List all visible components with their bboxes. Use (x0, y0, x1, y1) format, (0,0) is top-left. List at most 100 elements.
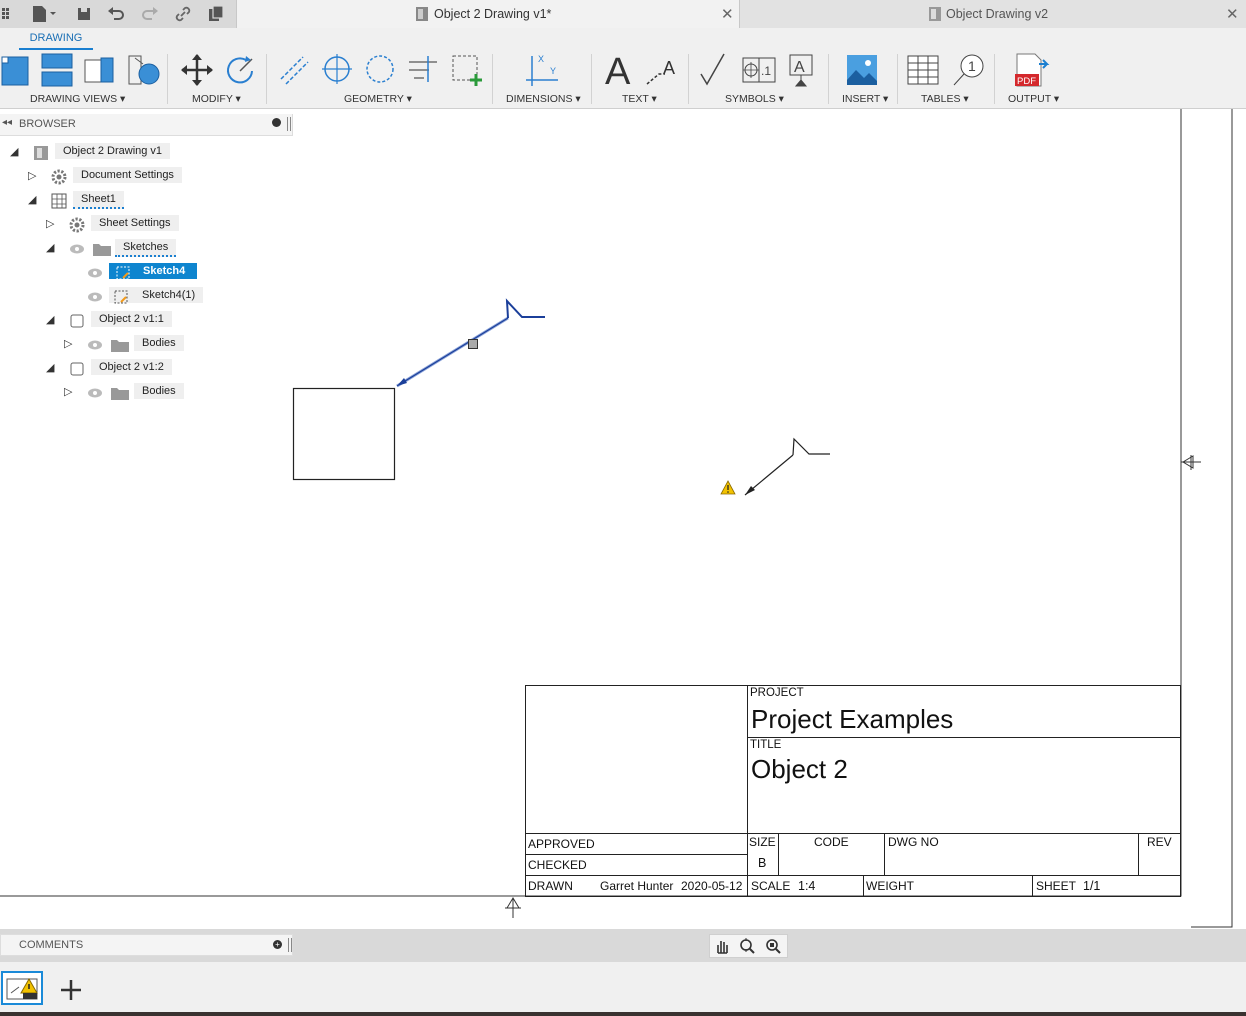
collapse-triangle-icon[interactable]: ◢ (10, 145, 18, 158)
eye-icon[interactable] (86, 265, 104, 281)
close-tab-icon[interactable]: ✕ (721, 5, 734, 23)
checked-label: CHECKED (528, 858, 587, 872)
datum-identifier-icon[interactable]: A (786, 52, 816, 88)
balloon-icon[interactable]: 1 (950, 52, 986, 88)
collapse-triangle-icon[interactable]: ◢ (46, 361, 54, 374)
centerline-icon[interactable] (278, 54, 310, 86)
expand-triangle-icon[interactable]: ▷ (64, 385, 72, 398)
group-geometry[interactable]: GEOMETRY ▾ (344, 93, 412, 105)
tree-item-object-2-drawing-v1[interactable]: Object 2 Drawing v1 (55, 143, 171, 159)
surface-texture-leader[interactable] (744, 437, 830, 496)
leader-icon[interactable]: A (645, 56, 679, 88)
size-label: SIZE (749, 835, 776, 849)
eye-icon[interactable] (68, 241, 86, 257)
group-text[interactable]: TEXT ▾ (622, 93, 657, 105)
group-output[interactable]: OUTPUT ▾ (1008, 93, 1059, 105)
leader-grip-handle[interactable] (468, 339, 478, 349)
tree-item-sheet-settings[interactable]: Sheet Settings (91, 215, 179, 231)
project-name: Project Examples (751, 704, 954, 734)
eye-icon[interactable] (86, 337, 104, 353)
save-icon[interactable] (73, 3, 95, 25)
approved-label: APPROVED (528, 837, 595, 851)
rev-label: REV (1147, 835, 1172, 849)
pdf-icon[interactable]: PDF (1013, 52, 1051, 88)
feature-control-icon[interactable]: .1 (741, 54, 777, 86)
dimension-icon[interactable]: X Y (522, 50, 562, 90)
pan-icon[interactable] (713, 937, 731, 955)
collapse-triangle-icon[interactable]: ◢ (46, 313, 54, 326)
base-view-icon[interactable] (0, 54, 32, 88)
section-view-icon[interactable] (83, 54, 117, 88)
feature-control-text: .1 (761, 64, 771, 78)
sheet-label: SHEET (1036, 879, 1077, 893)
detail-view-icon[interactable] (125, 52, 161, 88)
sheet-bar (0, 962, 1246, 1016)
collapse-triangle-icon[interactable]: ◢ (28, 193, 36, 206)
edge-extension-icon[interactable] (406, 52, 440, 86)
collapse-panel-icon[interactable]: ◂◂ (2, 117, 12, 128)
rotate-icon[interactable] (222, 53, 258, 87)
eye-icon[interactable] (86, 385, 104, 401)
tree-item-object-2-v1-2[interactable]: Object 2 v1:2 (91, 359, 172, 375)
group-insert[interactable]: INSERT ▾ (842, 93, 888, 105)
group-dimensions[interactable]: DIMENSIONS ▾ (506, 93, 581, 105)
sheet-thumbnail[interactable] (1, 971, 43, 1005)
file-icon[interactable] (30, 3, 60, 25)
center-mark-icon[interactable] (320, 52, 354, 86)
group-symbols[interactable]: SYMBOLS ▾ (725, 93, 784, 105)
text-icon[interactable]: A (602, 52, 636, 88)
warning-icon[interactable] (720, 480, 736, 495)
grid-menu-icon[interactable] (0, 3, 22, 25)
data-panel-icon[interactable] (205, 3, 227, 25)
center-mark-pattern-icon[interactable] (363, 52, 397, 86)
group-tables[interactable]: TABLES ▾ (921, 93, 969, 105)
close-tab-icon[interactable]: ✕ (1226, 5, 1239, 23)
browser-pin-icon[interactable] (287, 117, 291, 131)
tree-item-sketches[interactable]: Sketches (115, 239, 177, 257)
tree-item-document-settings[interactable]: Document Settings (73, 167, 182, 183)
tree-item-bodies[interactable]: Bodies (134, 335, 184, 351)
expand-triangle-icon[interactable]: ▷ (64, 337, 72, 350)
projected-view-icon[interactable] (40, 52, 74, 90)
folder-icon (111, 340, 129, 352)
drawn-by: Garret Hunter (600, 879, 674, 893)
tab-object-2-drawing-v1[interactable]: Object 2 Drawing v1* ✕ (236, 0, 740, 28)
table-icon[interactable] (906, 54, 940, 86)
add-comment-icon[interactable]: + (273, 940, 282, 949)
expand-triangle-icon[interactable]: ▷ (46, 217, 54, 230)
part-view-rectangle[interactable] (292, 387, 396, 481)
tab-drawing-workspace[interactable]: DRAWING (19, 32, 93, 50)
tree-item-object-2-v1-1[interactable]: Object 2 v1:1 (91, 311, 172, 327)
group-drawing-views[interactable]: DRAWING VIEWS ▾ (30, 93, 125, 105)
sketch-add-icon[interactable] (449, 52, 485, 88)
eye-icon[interactable] (86, 289, 104, 305)
dim-x-text: X (538, 54, 544, 64)
folder-icon (111, 388, 129, 400)
surface-texture-icon[interactable] (698, 52, 732, 88)
drawing-doc-icon (416, 7, 428, 21)
undo-icon[interactable] (105, 3, 127, 25)
tree-item-sheet1[interactable]: Sheet1 (73, 191, 124, 209)
expand-triangle-icon[interactable]: ▷ (28, 169, 36, 182)
zoom-icon[interactable] (738, 937, 756, 955)
browser-minimize-icon[interactable] (272, 118, 281, 127)
project-label: PROJECT (750, 687, 804, 699)
group-modify[interactable]: MODIFY ▾ (192, 93, 241, 105)
add-sheet-icon[interactable] (59, 978, 83, 1002)
code-label: CODE (814, 835, 849, 849)
dwg-no-label: DWG NO (888, 835, 939, 849)
tree-item-bodies[interactable]: Bodies (134, 383, 184, 399)
zoom-window-icon[interactable] (764, 937, 782, 955)
dim-y-text: Y (550, 66, 556, 76)
drawing-canvas[interactable] (0, 109, 1246, 929)
move-icon[interactable] (180, 53, 214, 87)
sheet-outer-border (1191, 109, 1233, 928)
tab-object-drawing-v2[interactable]: Object Drawing v2 ✕ (740, 0, 1246, 28)
surface-texture-leader-selected[interactable] (396, 298, 545, 388)
link-icon[interactable] (172, 3, 194, 25)
redo-icon[interactable] (139, 3, 161, 25)
insert-image-icon[interactable] (846, 54, 878, 86)
comments-pin-icon[interactable] (288, 938, 292, 952)
browser-title: BROWSER (19, 118, 76, 130)
collapse-triangle-icon[interactable]: ◢ (46, 241, 54, 254)
